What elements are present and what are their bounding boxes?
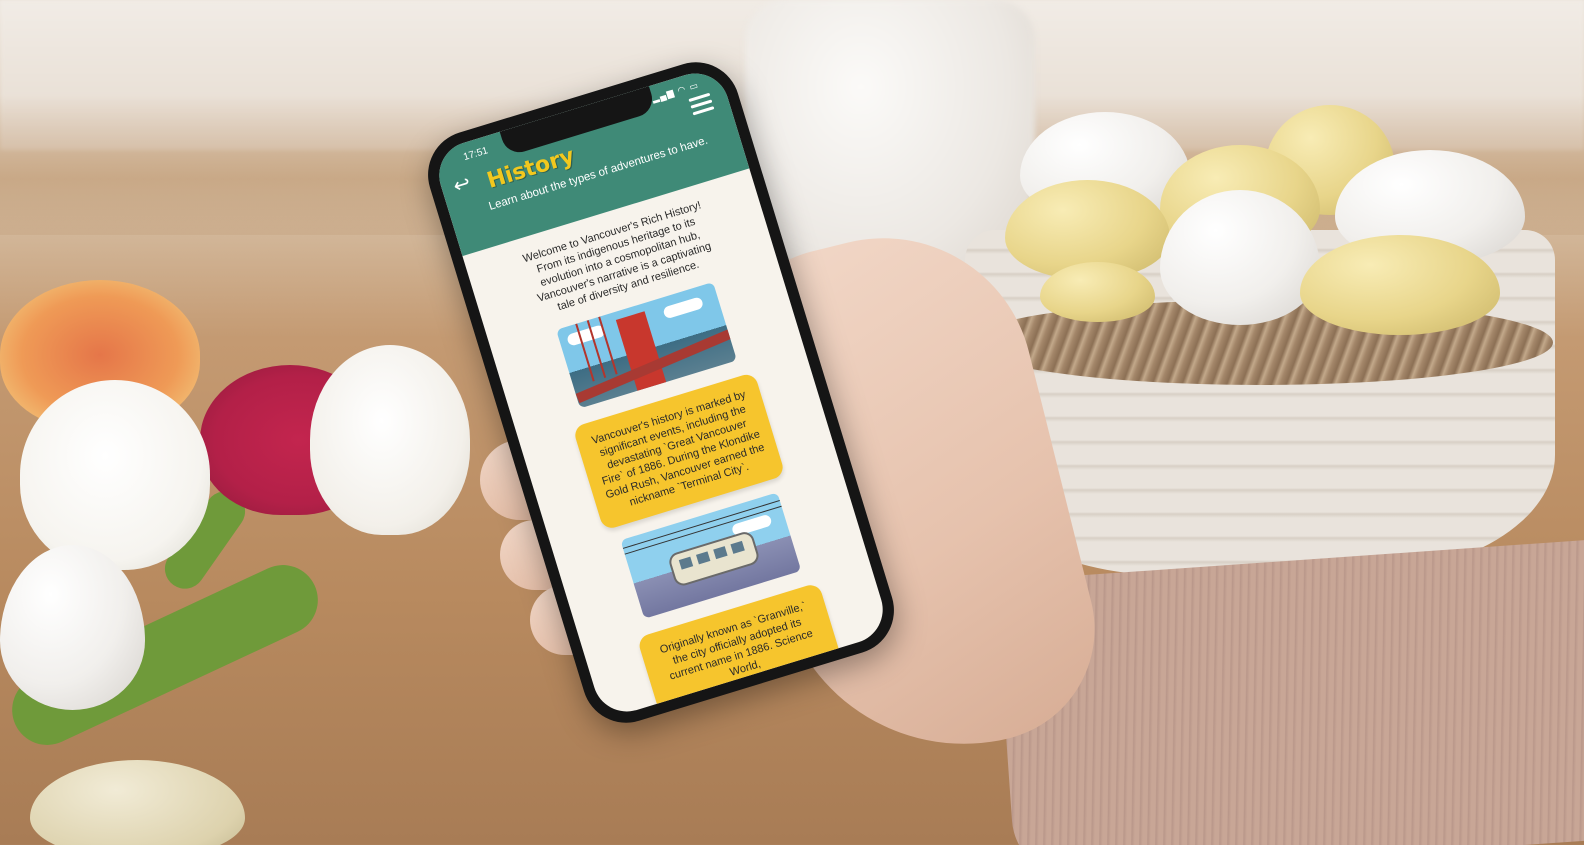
egg (30, 760, 245, 845)
back-arrow-icon[interactable]: ↩ (451, 170, 482, 198)
egg (1040, 262, 1155, 322)
status-time: 17:51 (462, 145, 490, 164)
cloud-shape (662, 296, 705, 320)
cloud-shape (566, 324, 606, 347)
battery-icon: ▭ (688, 79, 701, 93)
tulip-white (20, 380, 210, 570)
signal-icon: ▂▄▆ (650, 87, 676, 104)
hamburger-menu-icon[interactable] (688, 92, 715, 117)
wifi-icon: ◠ (676, 83, 688, 96)
tulip-white (310, 345, 470, 535)
trolleybus-shape (666, 529, 761, 588)
